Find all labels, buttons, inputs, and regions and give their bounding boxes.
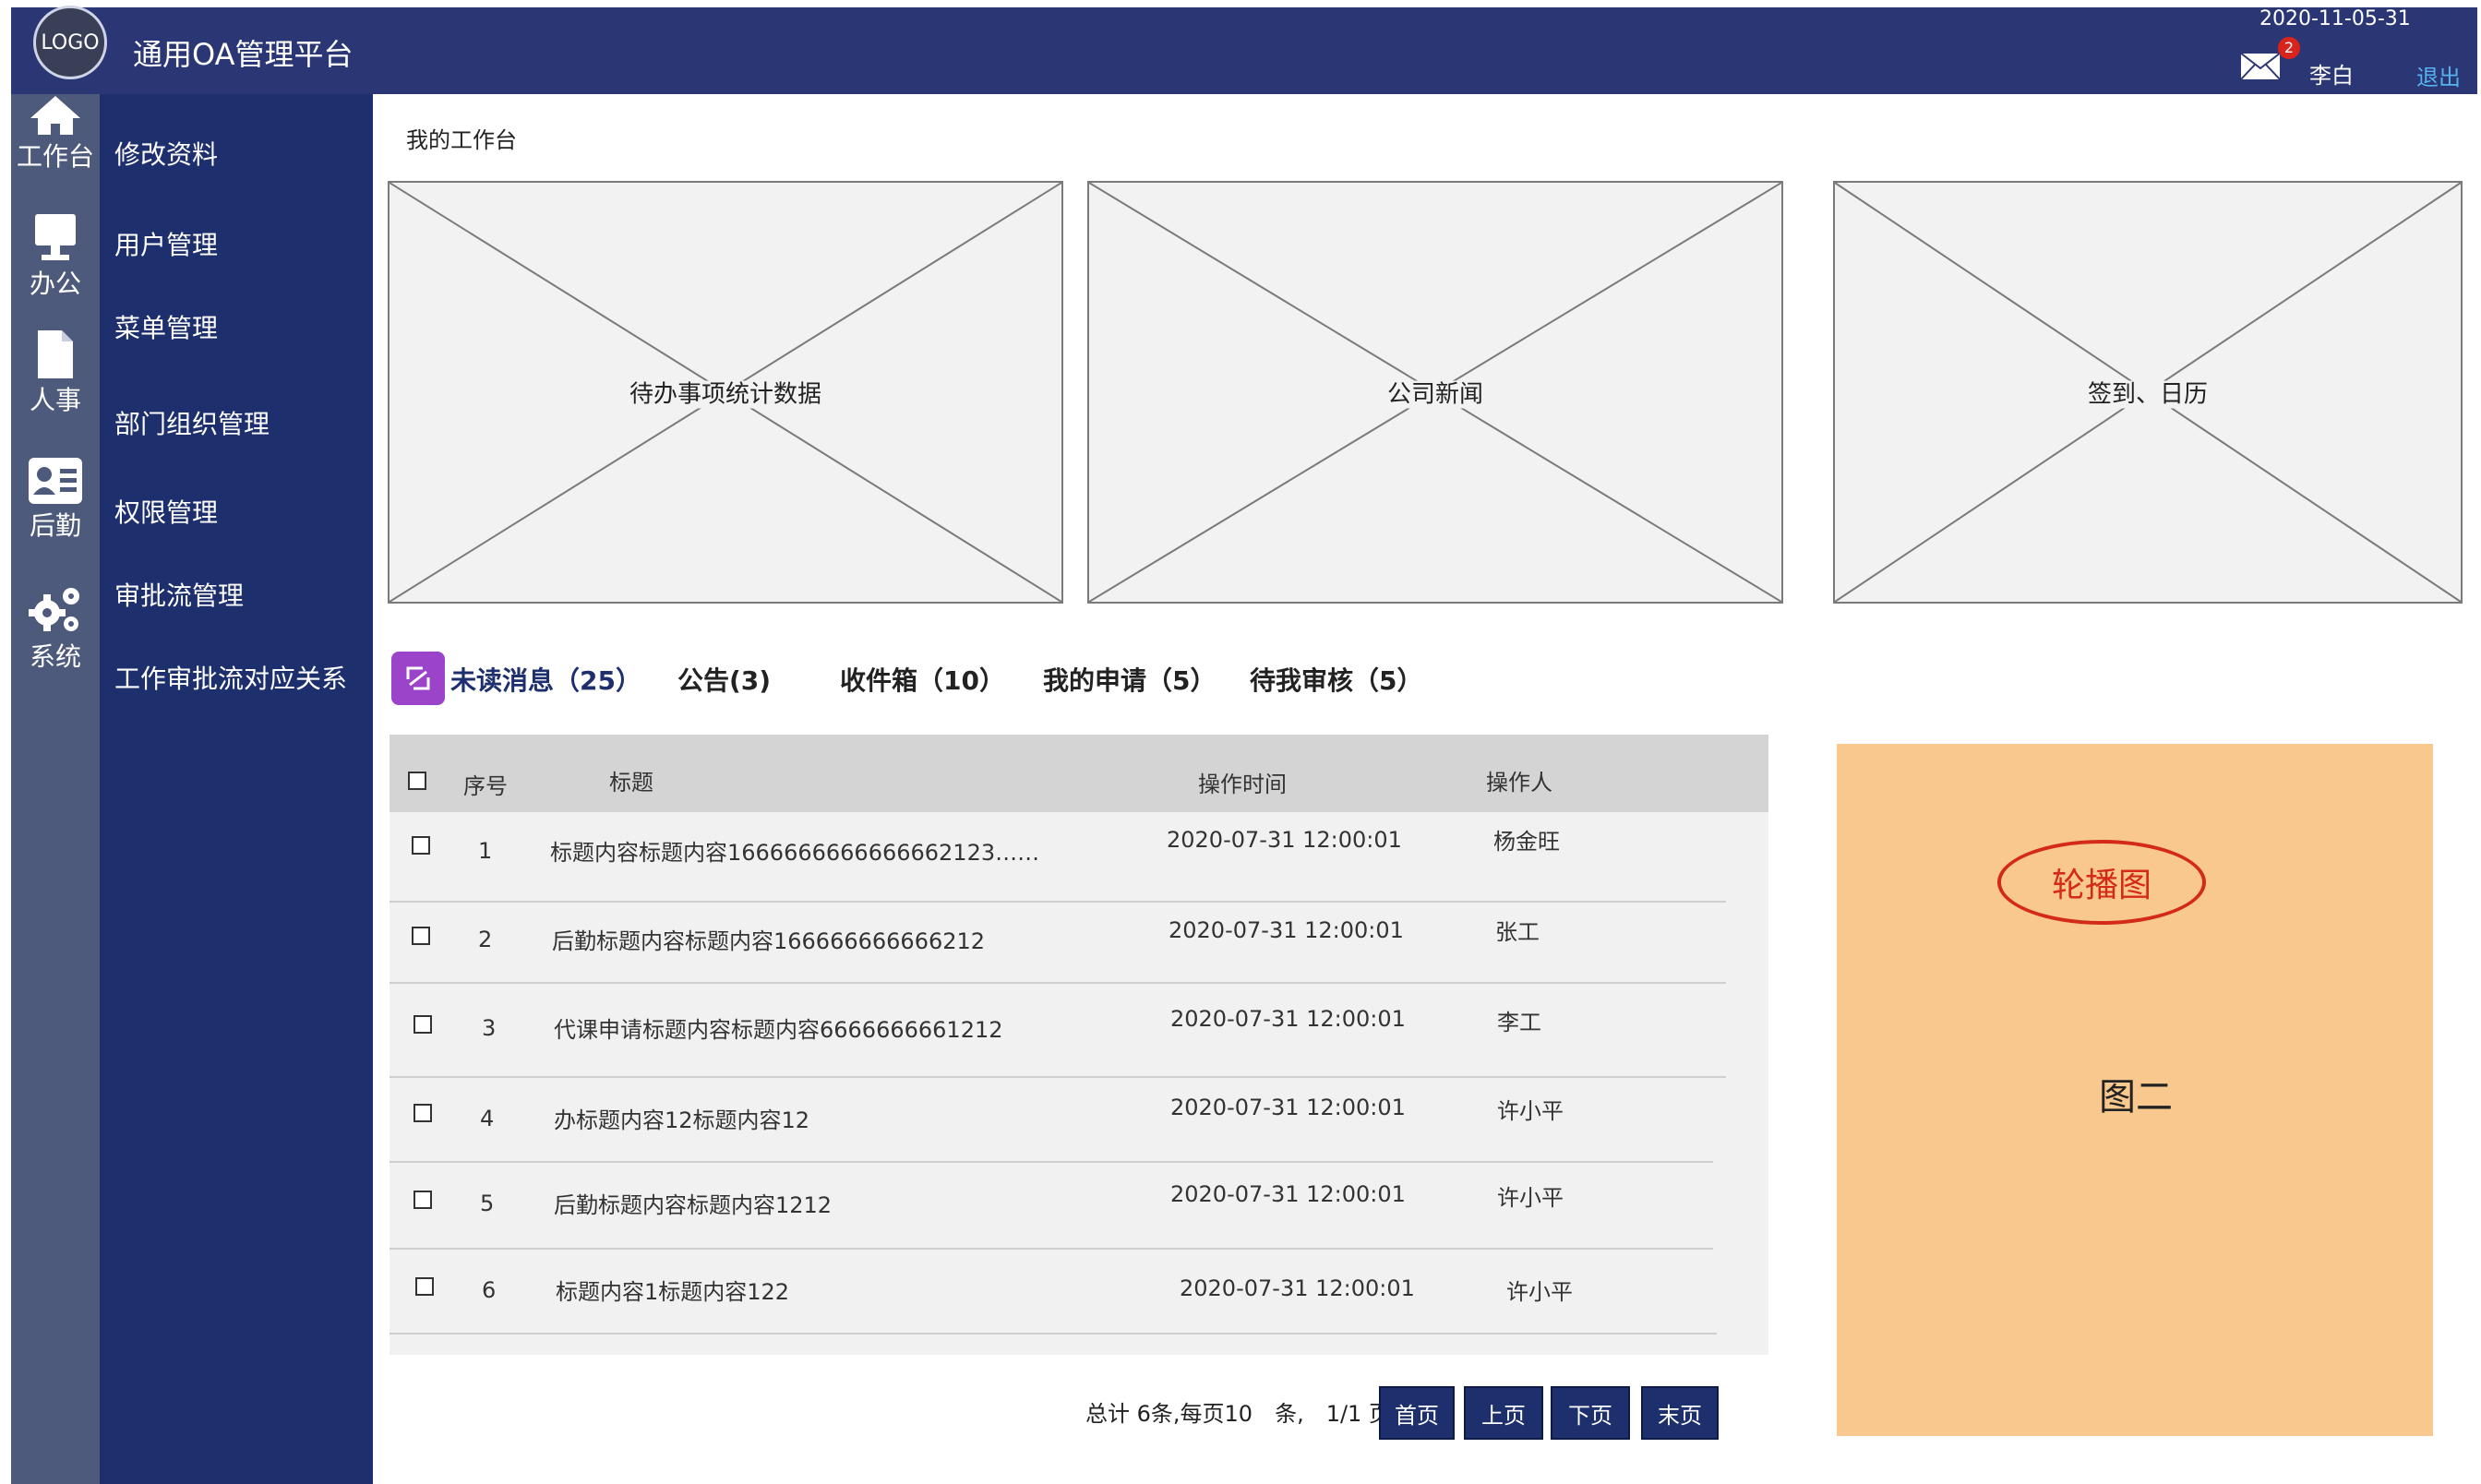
rail-item-label: 办公 <box>29 269 81 299</box>
row-index: 3 <box>482 1015 497 1041</box>
column-header-index: 序号 <box>463 773 508 799</box>
rail-item-logistics[interactable]: 后勤 <box>11 456 100 543</box>
gears-icon <box>29 588 79 631</box>
logo: LOGO <box>33 6 107 79</box>
row-title[interactable]: 后勤标题内容标题内容166666666666212 <box>552 923 985 955</box>
row-checkbox[interactable] <box>414 1191 432 1209</box>
menu-item-permission-management[interactable]: 权限管理 <box>114 493 218 530</box>
row-operator: 张工 <box>1495 919 1540 945</box>
row-checkbox[interactable] <box>412 927 430 945</box>
column-header-operator: 操作人 <box>1486 770 1552 796</box>
row-divider <box>390 901 1726 903</box>
message-app-icon <box>391 652 445 705</box>
table-header <box>390 735 1768 812</box>
row-index: 5 <box>480 1191 495 1216</box>
current-date: 2020-11-05-31 <box>2259 7 2411 30</box>
row-time: 2020-07-31 12:00:01 <box>1169 917 1404 943</box>
sidebar-menu: 修改资料 用户管理 菜单管理 部门组织管理 权限管理 审批流管理 工作审批流对应… <box>100 94 373 1484</box>
row-time: 2020-07-31 12:00:01 <box>1170 1181 1406 1207</box>
row-operator: 许小平 <box>1497 1185 1564 1211</box>
panel-caption: 签到、日历 <box>2081 380 2213 409</box>
row-divider <box>390 1161 1713 1163</box>
rail-item-label: 人事 <box>29 385 81 415</box>
rail-item-label: 工作台 <box>16 141 94 172</box>
row-title[interactable]: 标题内容1标题内容122 <box>556 1274 789 1306</box>
column-header-title: 标题 <box>609 770 653 796</box>
row-divider <box>390 1248 1713 1250</box>
select-all-checkbox[interactable] <box>408 772 426 790</box>
row-title[interactable]: 办标题内容12标题内容12 <box>554 1102 809 1134</box>
menu-item-edit-profile[interactable]: 修改资料 <box>114 135 218 172</box>
last-page-button[interactable]: 末页 <box>1641 1386 1719 1440</box>
row-time: 2020-07-31 12:00:01 <box>1167 827 1402 853</box>
row-operator: 杨金旺 <box>1493 829 1560 855</box>
row-title[interactable]: 标题内容标题内容1666666666666662123…… <box>550 834 1039 867</box>
tab-my-applications[interactable]: 我的申请（5） <box>1043 661 1216 698</box>
row-divider <box>390 982 1726 984</box>
mail-count-badge: 2 <box>2278 37 2300 59</box>
row-index: 6 <box>482 1277 497 1303</box>
row-index: 2 <box>478 927 493 952</box>
mail-icon[interactable] <box>2239 52 2282 81</box>
menu-item-department-management[interactable]: 部门组织管理 <box>114 404 270 441</box>
row-operator: 许小平 <box>1506 1279 1573 1305</box>
monitor-icon <box>35 214 76 260</box>
row-checkbox[interactable] <box>412 836 430 855</box>
next-page-button[interactable]: 下页 <box>1551 1386 1630 1440</box>
todo-stats-panel[interactable]: 待办事项统计数据 <box>388 181 1063 604</box>
carousel-label: 轮播图 <box>1997 840 2206 925</box>
rail-item-office[interactable]: 办公 <box>11 212 100 301</box>
panel-caption: 公司新闻 <box>1381 380 1489 409</box>
company-news-panel[interactable]: 公司新闻 <box>1087 181 1783 604</box>
breadcrumb: 我的工作台 <box>406 127 517 153</box>
row-time: 2020-07-31 12:00:01 <box>1180 1275 1415 1301</box>
pagination-info: 总计 6条,每页10 条, 1/1 页 <box>1085 1401 1391 1427</box>
row-divider <box>390 1333 1717 1334</box>
tab-announcements[interactable]: 公告(3) <box>677 661 771 698</box>
tab-pending-review[interactable]: 待我审核（5） <box>1250 661 1422 698</box>
app-title: 通用OA管理平台 <box>133 37 354 72</box>
logout-link[interactable]: 退出 <box>2416 59 2461 91</box>
row-divider <box>390 1076 1726 1078</box>
message-table <box>390 735 1768 1355</box>
home-icon <box>30 96 80 135</box>
first-page-button[interactable]: 首页 <box>1379 1386 1455 1440</box>
menu-item-user-management[interactable]: 用户管理 <box>114 225 218 262</box>
prev-page-button[interactable]: 上页 <box>1464 1386 1543 1440</box>
carousel-subtitle: 图二 <box>2099 1076 2173 1119</box>
id-card-icon <box>29 458 82 504</box>
row-index: 1 <box>478 838 493 864</box>
row-checkbox[interactable] <box>414 1015 432 1034</box>
column-header-time: 操作时间 <box>1198 772 1287 797</box>
rail-item-label: 系统 <box>29 641 81 672</box>
tab-unread-messages[interactable]: 未读消息（25） <box>450 661 641 698</box>
menu-item-approval-flow[interactable]: 审批流管理 <box>114 576 244 613</box>
row-title[interactable]: 后勤标题内容标题内容1212 <box>554 1187 832 1219</box>
icon-rail: 工作台 办公 人事 后勤 系统 <box>11 94 100 1484</box>
rail-item-workbench[interactable]: 工作台 <box>11 94 100 174</box>
rail-item-label: 后勤 <box>29 510 81 541</box>
row-time: 2020-07-31 12:00:01 <box>1170 1006 1406 1032</box>
tab-inbox[interactable]: 收件箱（10） <box>840 661 1005 698</box>
menu-item-workflow-mapping[interactable]: 工作审批流对应关系 <box>114 659 347 696</box>
username: 李白 <box>2309 63 2354 89</box>
rail-item-system[interactable]: 系统 <box>11 583 100 674</box>
row-time: 2020-07-31 12:00:01 <box>1170 1095 1406 1120</box>
document-icon <box>38 330 73 378</box>
row-operator: 许小平 <box>1497 1098 1564 1124</box>
checkin-calendar-panel[interactable]: 签到、日历 <box>1833 181 2463 604</box>
rail-item-hr[interactable]: 人事 <box>11 329 100 417</box>
top-bar <box>11 7 2477 94</box>
row-title[interactable]: 代课申请标题内容标题内容6666666661212 <box>554 1011 1003 1044</box>
menu-item-menu-management[interactable]: 菜单管理 <box>114 308 218 345</box>
row-operator: 李工 <box>1497 1010 1541 1035</box>
row-checkbox[interactable] <box>414 1104 432 1122</box>
row-checkbox[interactable] <box>415 1277 434 1296</box>
panel-caption: 待办事项统计数据 <box>623 380 827 409</box>
row-index: 4 <box>480 1106 495 1131</box>
